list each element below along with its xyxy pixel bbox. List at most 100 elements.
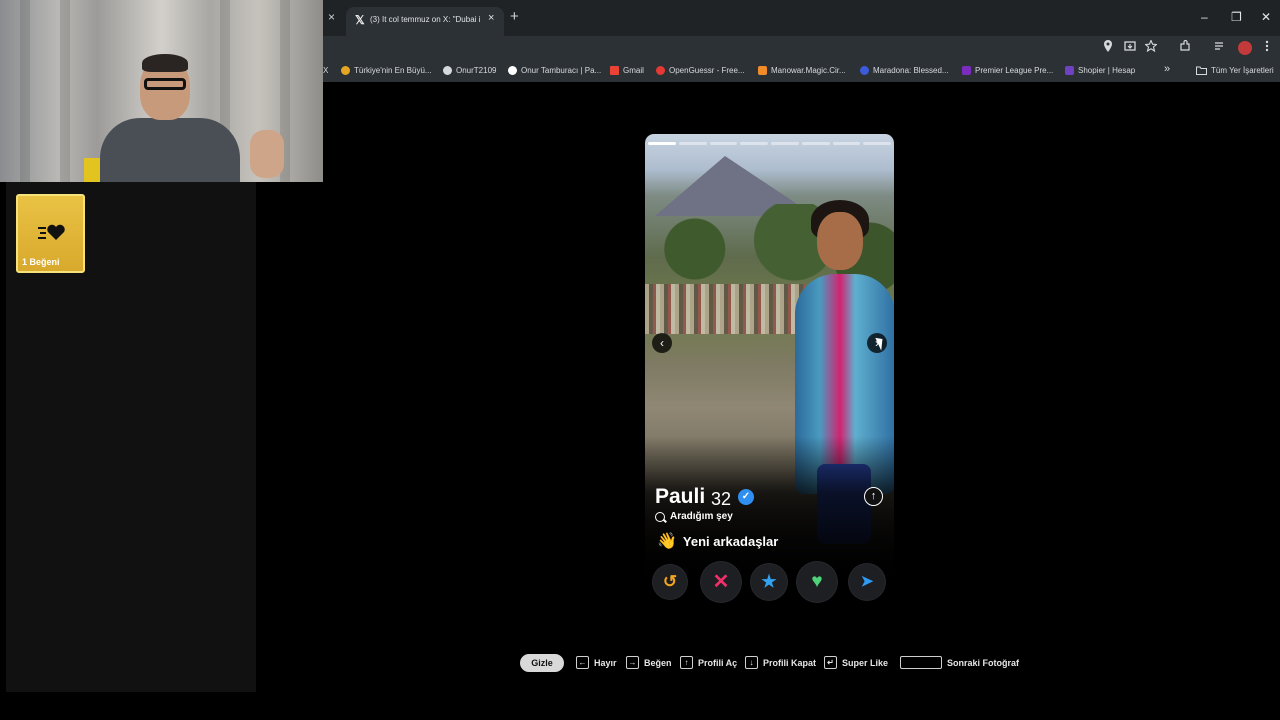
new-tab-button[interactable]: + xyxy=(510,8,519,25)
tab-close-button[interactable]: × xyxy=(328,10,335,24)
shortcut-label: Beğen xyxy=(644,657,672,668)
curtain-fold xyxy=(20,0,30,182)
photo-progress-segment xyxy=(648,142,676,145)
tab-title: (3) It col temmuz on X: "Dubai i xyxy=(370,15,481,24)
bookmark-item[interactable]: Premier League Pre... xyxy=(962,66,1053,75)
shortcut-label: Sonraki Fotoğraf xyxy=(947,657,1020,668)
waving-hand-icon: 👋 xyxy=(657,533,677,550)
shortcut-hint: ← Hayır xyxy=(576,656,617,669)
profile-card[interactable] xyxy=(645,134,894,576)
previous-photo-button[interactable]: ‹ xyxy=(652,333,672,353)
tab-close-button[interactable]: × xyxy=(488,12,494,24)
menu-icon[interactable] xyxy=(1264,40,1270,52)
streamer-hand xyxy=(250,130,284,178)
like-button[interactable]: ♥ xyxy=(797,562,837,602)
install-icon[interactable] xyxy=(1124,40,1136,52)
browser-tab-active[interactable]: 𝕏 (3) It col temmuz on X: "Dubai i × xyxy=(346,7,504,36)
streamer-hair xyxy=(142,54,188,72)
screen: 1 Beğeni × 𝕏 (3) It col temmuz on X: "Du… xyxy=(0,0,1280,720)
looking-for-value: 👋 Yeni arkadaşlar xyxy=(657,531,778,551)
bookmark-label: Onur Tamburacı | Pa... xyxy=(521,66,602,75)
bookmark-label: Manowar.Magic.Cir... xyxy=(771,66,846,75)
down-key-icon: ↓ xyxy=(745,656,758,669)
bookmark-favicon-icon xyxy=(341,66,350,75)
bookmark-item[interactable]: OnurT2109 xyxy=(443,66,496,75)
photo-progress-segment xyxy=(740,142,768,145)
bookmark-item[interactable]: Onur Tamburacı | Pa... xyxy=(508,66,601,75)
media-icon[interactable] xyxy=(1214,40,1226,52)
bookmark-item[interactable]: OpenGuessr - Free... xyxy=(656,66,745,75)
bookmark-favicon-icon xyxy=(508,66,517,75)
bookmarks-overflow-button[interactable]: » xyxy=(1164,63,1170,75)
bookmark-label: OnurT2109 xyxy=(456,66,497,75)
photo-crowd xyxy=(645,284,805,334)
folder-icon xyxy=(1196,66,1207,75)
extensions-icon[interactable] xyxy=(1179,40,1191,52)
looking-for-header: Aradığım şey xyxy=(655,511,733,522)
shortcut-label: Profili Aç xyxy=(698,657,738,668)
close-window-button[interactable]: ✕ xyxy=(1261,10,1271,24)
bookmark-label: Türkiye'nin En Büyü... xyxy=(354,66,432,75)
photo-progress-segment xyxy=(832,142,861,145)
bookmark-label: Shopier | Hesap xyxy=(1078,66,1136,75)
streamer-body xyxy=(100,118,240,182)
nope-button[interactable]: ✕ xyxy=(701,562,741,602)
x-logo-icon: 𝕏 xyxy=(355,13,365,27)
streamer-glasses xyxy=(144,78,186,90)
profile-avatar-icon[interactable] xyxy=(1238,41,1252,55)
star-icon[interactable] xyxy=(1145,40,1157,52)
photo-progress-segment xyxy=(863,142,891,145)
webcam-overlay xyxy=(0,0,323,182)
minimize-button[interactable]: – xyxy=(1201,10,1208,24)
looking-for-text: Yeni arkadaşlar xyxy=(682,533,779,549)
profile-age: 32 xyxy=(711,489,732,509)
likes-card[interactable]: 1 Beğeni xyxy=(16,194,85,273)
bookmark-item[interactable]: Gmail xyxy=(610,66,644,75)
location-icon[interactable] xyxy=(1103,40,1113,52)
bookmark-favicon-icon xyxy=(758,66,767,75)
up-key-icon: ↑ xyxy=(680,656,693,669)
profile-name: Pauli xyxy=(655,485,706,508)
likes-count-label: 1 Beğeni xyxy=(22,257,60,267)
photo-progress-segment xyxy=(771,142,799,145)
address-bar-row xyxy=(323,36,1280,62)
photo-progress-bar xyxy=(648,142,891,145)
verified-badge-icon: ✓ xyxy=(738,489,754,505)
bookmark-label: Gmail xyxy=(623,66,644,75)
shortcut-hint: ↵ Super Like xyxy=(824,656,888,669)
space-key-icon xyxy=(900,656,942,669)
restore-button[interactable]: ❐ xyxy=(1231,10,1242,24)
photo-person-face xyxy=(817,212,863,270)
bookmark-item[interactable]: Türkiye'nin En Büyü... xyxy=(341,66,432,75)
bookmark-favicon-icon xyxy=(860,66,869,75)
boost-button[interactable]: ➤ xyxy=(849,564,885,600)
bookmark-item[interactable]: X xyxy=(323,66,328,75)
shortcut-hint: ↓ Profili Kapat xyxy=(745,656,816,669)
shortcut-hint: ↑ Profili Aç xyxy=(680,656,737,669)
curtain-fold xyxy=(60,0,70,182)
bookmark-favicon-icon xyxy=(443,66,452,75)
open-profile-button[interactable]: ↑ xyxy=(864,487,883,506)
mug xyxy=(84,158,100,182)
hide-shortcuts-button[interactable]: Gizle xyxy=(520,654,564,672)
photo-progress-segment xyxy=(709,142,738,145)
bookmark-item[interactable]: Maradona: Blessed... xyxy=(860,66,949,75)
bookmark-item[interactable]: Shopier | Hesap xyxy=(1065,66,1135,75)
super-like-button[interactable]: ★ xyxy=(751,564,787,600)
gmail-icon xyxy=(610,66,619,75)
enter-key-icon: ↵ xyxy=(824,656,837,669)
all-bookmarks-label: Tüm Yer İşaretleri xyxy=(1211,66,1274,75)
bookmark-label: Maradona: Blessed... xyxy=(873,66,949,75)
fast-heart-icon xyxy=(38,224,65,240)
bookmark-item[interactable]: Manowar.Magic.Cir... xyxy=(758,66,846,75)
shortcut-hint: Sonraki Fotoğraf xyxy=(900,656,1019,669)
left-key-icon: ← xyxy=(576,656,589,669)
bookmark-label: OpenGuessr - Free... xyxy=(669,66,745,75)
rewind-button[interactable]: ↺ xyxy=(653,565,687,599)
bookmark-favicon-icon xyxy=(962,66,971,75)
shortcut-hint: → Beğen xyxy=(626,656,672,669)
all-bookmarks-button[interactable]: Tüm Yer İşaretleri xyxy=(1196,66,1274,75)
shortcut-label: Hayır xyxy=(594,657,617,668)
photo-progress-segment xyxy=(678,142,707,145)
bookmark-label: X xyxy=(323,66,329,75)
